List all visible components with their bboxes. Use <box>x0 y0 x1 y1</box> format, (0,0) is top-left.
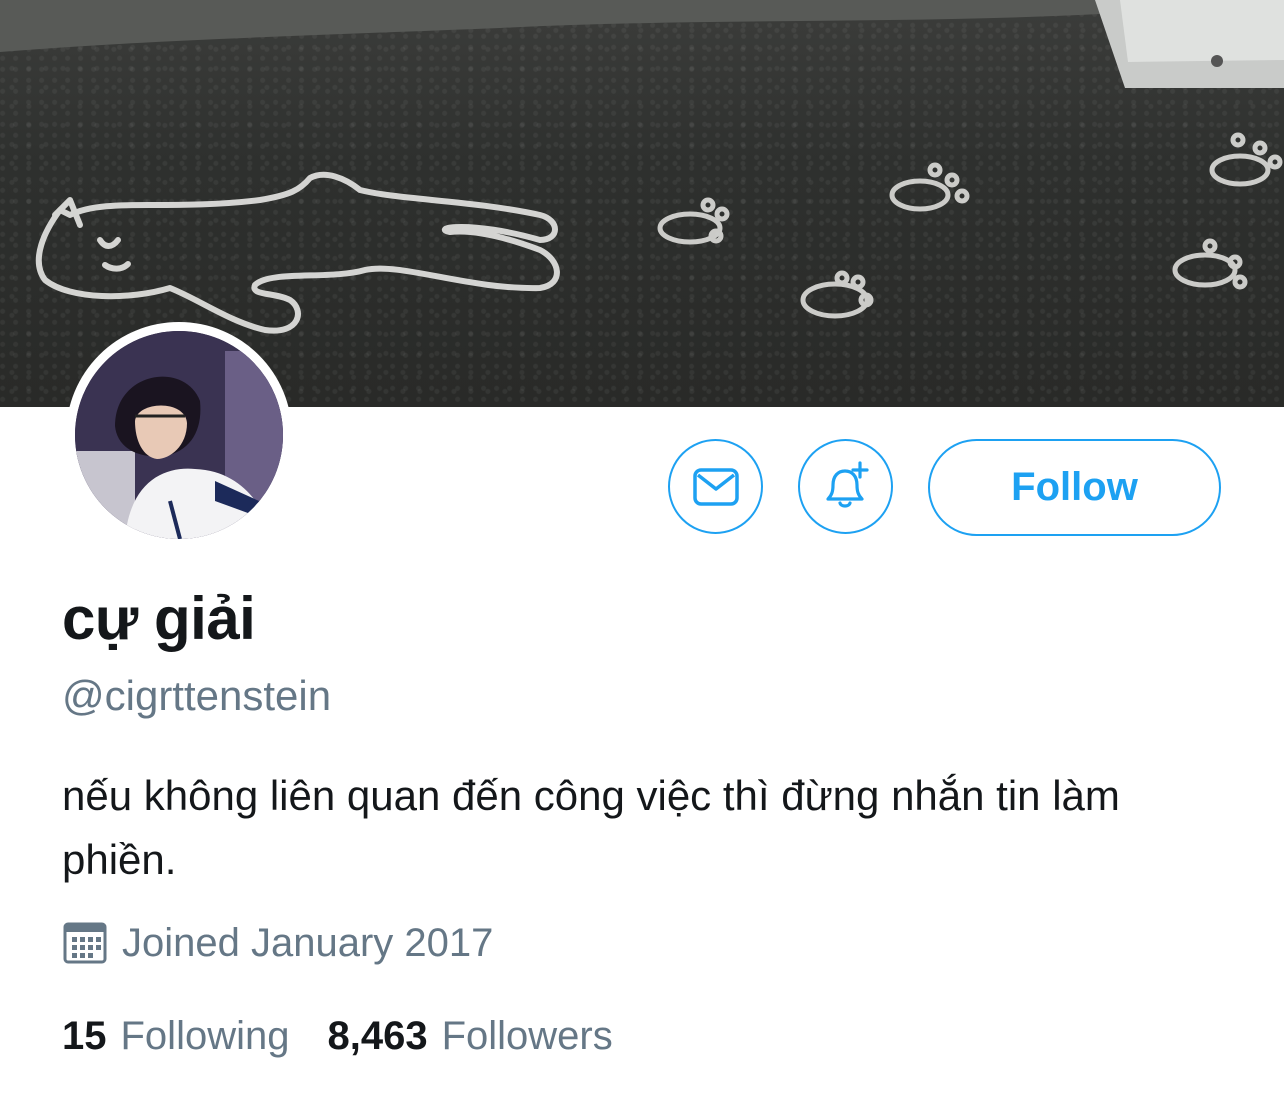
calendar-icon <box>63 922 107 964</box>
user-handle: @cigrttenstein <box>62 672 332 719</box>
profile-bio: nếu không liên quan đến công việc thì đừ… <box>62 772 1120 883</box>
display-name: cự giải <box>62 585 256 652</box>
profile-avatar[interactable] <box>66 322 292 548</box>
followers-link[interactable]: 8,463 Followers <box>327 1014 612 1059</box>
profile-stats: 15 Following 8,463 Followers <box>62 1014 651 1059</box>
follow-button-label: Follow <box>1011 465 1138 509</box>
followers-count: 8,463 <box>327 1014 428 1058</box>
following-count: 15 <box>62 1014 107 1058</box>
following-link[interactable]: 15 Following <box>62 1014 289 1059</box>
envelope-icon <box>692 467 739 506</box>
joined-text: Joined January 2017 <box>122 920 494 965</box>
followers-label: Followers <box>441 1014 613 1058</box>
bell-plus-icon <box>825 460 869 508</box>
joined-date: Joined January 2017 <box>62 920 493 966</box>
notifications-button[interactable] <box>798 439 893 534</box>
follow-button[interactable]: Follow <box>928 439 1221 536</box>
avatar-photo <box>75 331 283 539</box>
avatar-person-image <box>75 331 283 539</box>
message-button[interactable] <box>668 439 763 534</box>
following-label: Following <box>120 1014 290 1058</box>
